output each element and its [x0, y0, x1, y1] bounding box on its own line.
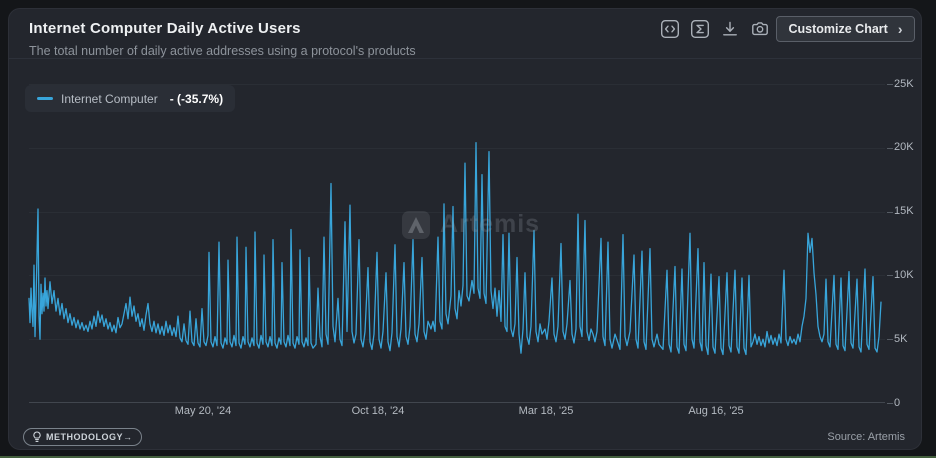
y-axis-labels: 0 5K 10K 15K 20K 25K [894, 78, 924, 409]
y-tick-label: 20K [894, 141, 914, 154]
y-tick-label: 15K [894, 205, 914, 218]
y-tick-label: 25K [894, 77, 914, 90]
chart-card: Internet Computer Daily Active Users The… [8, 8, 922, 450]
y-tick-label: 0 [894, 396, 901, 409]
header-divider [9, 58, 921, 59]
screenshot-button[interactable] [749, 18, 770, 39]
source-label: Source: Artemis [827, 431, 905, 443]
customize-chart-button[interactable]: Customize Chart › [776, 16, 915, 42]
methodology-button[interactable]: METHODOLOGY→ [23, 428, 142, 446]
x-tick-label: Oct 18, '24 [351, 405, 405, 417]
sigma-icon [690, 19, 709, 38]
y-tick-mark [887, 339, 893, 341]
y-tick-label: 5K [894, 332, 908, 345]
x-tick-label: May 20, '24 [174, 405, 232, 417]
plot-area[interactable] [28, 84, 893, 404]
embed-code-button[interactable] [659, 18, 680, 39]
methodology-label: METHODOLOGY→ [46, 432, 133, 442]
lightbulb-icon [33, 431, 41, 442]
header-toolbar [659, 18, 770, 39]
page-subtitle: The total number of daily active address… [29, 44, 416, 58]
code-icon [660, 19, 679, 38]
y-tick-mark [887, 211, 893, 213]
y-tick-mark [887, 403, 893, 404]
y-tick-mark [887, 147, 893, 149]
download-icon [722, 21, 737, 35]
y-tick-mark [887, 84, 893, 85]
y-tick-mark [887, 275, 893, 277]
x-tick-label: Mar 18, '25 [518, 405, 574, 417]
camera-icon [751, 21, 768, 35]
chart-line-svg [28, 142, 882, 356]
x-axis-labels: May 20, '24 Oct 18, '24 Mar 18, '25 Aug 16,… [29, 405, 885, 421]
customize-chart-label: Customize Chart [788, 22, 888, 36]
chevron-right-icon: › [897, 21, 903, 37]
y-tick-label: 10K [894, 268, 914, 281]
download-button[interactable] [719, 18, 740, 39]
x-tick-label: Aug 16, '25 [688, 405, 744, 417]
formula-button[interactable] [689, 18, 710, 39]
page-title: Internet Computer Daily Active Users [29, 20, 301, 37]
